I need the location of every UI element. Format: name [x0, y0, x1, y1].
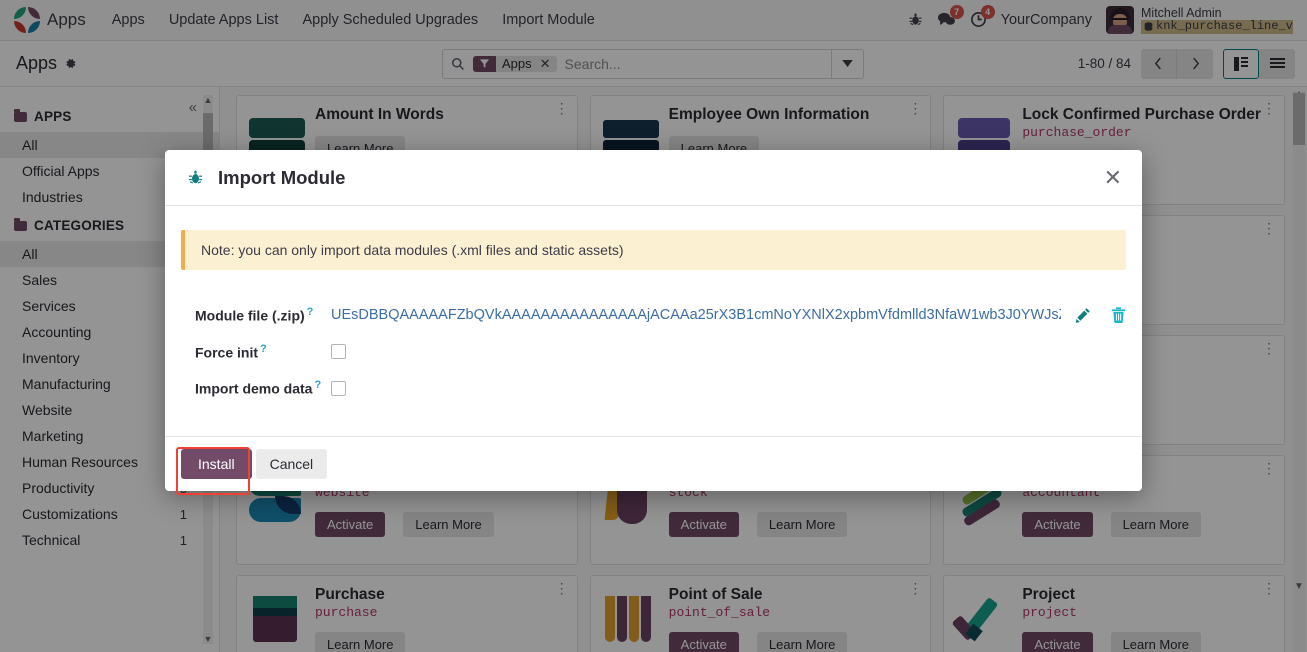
- import-demo-value-wrap: [331, 380, 1126, 396]
- force-init-checkbox[interactable]: [331, 343, 346, 359]
- install-button[interactable]: Install: [181, 448, 252, 479]
- bug-icon: [187, 169, 204, 186]
- field-row-force-init: Force init?: [181, 343, 1126, 361]
- help-icon[interactable]: ?: [307, 306, 314, 318]
- dialog-footer: Install Cancel: [165, 435, 1142, 491]
- help-icon[interactable]: ?: [314, 379, 321, 391]
- import-demo-label: Import demo data: [195, 380, 313, 397]
- dialog-header: Import Module ✕: [165, 150, 1142, 206]
- pencil-icon[interactable]: [1075, 307, 1091, 323]
- import-demo-label-wrap: Import demo data?: [181, 379, 331, 397]
- file-action-buttons: [1061, 307, 1126, 323]
- field-row-import-demo-data: Import demo data?: [181, 379, 1126, 397]
- module-file-label-wrap: Module file (.zip)?: [181, 306, 331, 324]
- help-icon[interactable]: ?: [260, 343, 267, 355]
- module-file-label: Module file (.zip): [195, 307, 305, 324]
- cancel-button[interactable]: Cancel: [255, 448, 328, 479]
- force-init-label: Force init: [195, 344, 259, 361]
- trash-icon[interactable]: [1111, 307, 1126, 323]
- force-init-label-wrap: Force init?: [181, 343, 331, 361]
- close-icon[interactable]: ✕: [1104, 166, 1122, 189]
- dialog-title-wrap: Import Module: [187, 167, 345, 189]
- import-module-dialog: Import Module ✕ Note: you can only impor…: [165, 150, 1142, 491]
- field-row-module-file: Module file (.zip)? UEsDBBQAAAAAFZbQVkAA…: [181, 306, 1126, 324]
- force-init-value-wrap: [331, 343, 1126, 359]
- module-file-value-wrap: UEsDBBQAAAAAFZbQVkAAAAAAAAAAAAAAAjACAAa2…: [331, 307, 1126, 323]
- dialog-body: Note: you can only import data modules (…: [165, 206, 1142, 436]
- dialog-title: Import Module: [218, 166, 346, 188]
- import-form: Module file (.zip)? UEsDBBQAAAAAFZbQVkAA…: [181, 306, 1126, 397]
- import-demo-checkbox[interactable]: [331, 380, 346, 396]
- module-file-value[interactable]: UEsDBBQAAAAAFZbQVkAAAAAAAAAAAAAAAjACAAa2…: [331, 307, 1061, 323]
- note-alert: Note: you can only import data modules (…: [181, 230, 1126, 270]
